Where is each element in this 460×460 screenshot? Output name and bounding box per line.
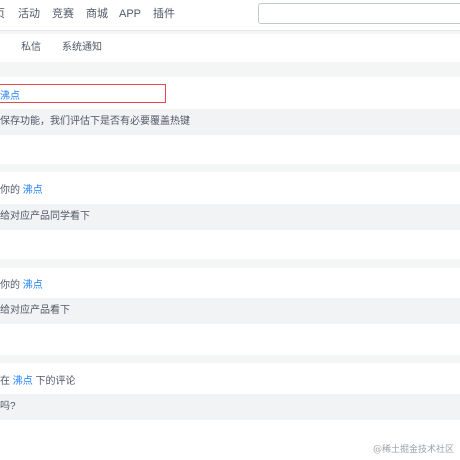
quoted-reply-text: 给对应产品看下 [0,305,70,316]
quoted-reply-text: 保存功能，我们评估下是否有必要覆盖热键 [0,116,190,127]
notification-prefix: 你的 [0,185,23,196]
quoted-reply-text: 给对应产品同学看下 [0,211,90,222]
top-navigation: 页 活动 竞赛 商城 APP 插件 [0,0,460,31]
notification-title: 你的 沸点 [0,280,43,292]
nav-item-plugins[interactable]: 插件 [153,8,175,21]
tab-private-messages[interactable]: 私信 [21,42,41,54]
watermark: @稀土掘金技术社区 [372,445,454,455]
nav-item-mall[interactable]: 商城 [86,8,108,21]
notification-card: 你的 沸点 给对应产品同学看下 [0,172,460,259]
search-input[interactable] [258,3,460,24]
highlight-annotation [0,84,166,103]
notification-suffix: 下的评论 [32,376,76,387]
quoted-reply-text: 吗? [0,401,16,412]
pin-link[interactable]: 沸点 [23,280,43,291]
nav-item-home[interactable]: 页 [0,8,5,21]
notification-tabs: 私信 系统通知 [0,34,460,62]
quoted-reply: 给对应产品看下 [0,298,460,324]
quoted-reply: 保存功能，我们评估下是否有必要覆盖热键 [0,109,460,135]
notification-title: 在 沸点 下的评论 [0,376,76,388]
pin-link[interactable]: 沸点 [13,376,33,387]
notification-prefix: 你的 [0,280,23,291]
nav-item-events[interactable]: 活动 [18,8,40,21]
quoted-reply: 给对应产品同学看下 [0,204,460,230]
tab-system-notifications[interactable]: 系统通知 [62,42,102,54]
notifications-page: 页 活动 竞赛 商城 APP 插件 私信 系统通知 沸点 保存功能，我们评估下是… [0,0,460,460]
notification-card: 你的 沸点 给对应产品看下 [0,268,460,355]
nav-item-app[interactable]: APP [119,8,141,21]
nav-item-contests[interactable]: 竞赛 [52,8,74,21]
notification-prefix: 在 [0,376,13,387]
quoted-reply: 吗? [0,394,460,420]
pin-link[interactable]: 沸点 [23,185,43,196]
notification-title: 你的 沸点 [0,185,43,197]
